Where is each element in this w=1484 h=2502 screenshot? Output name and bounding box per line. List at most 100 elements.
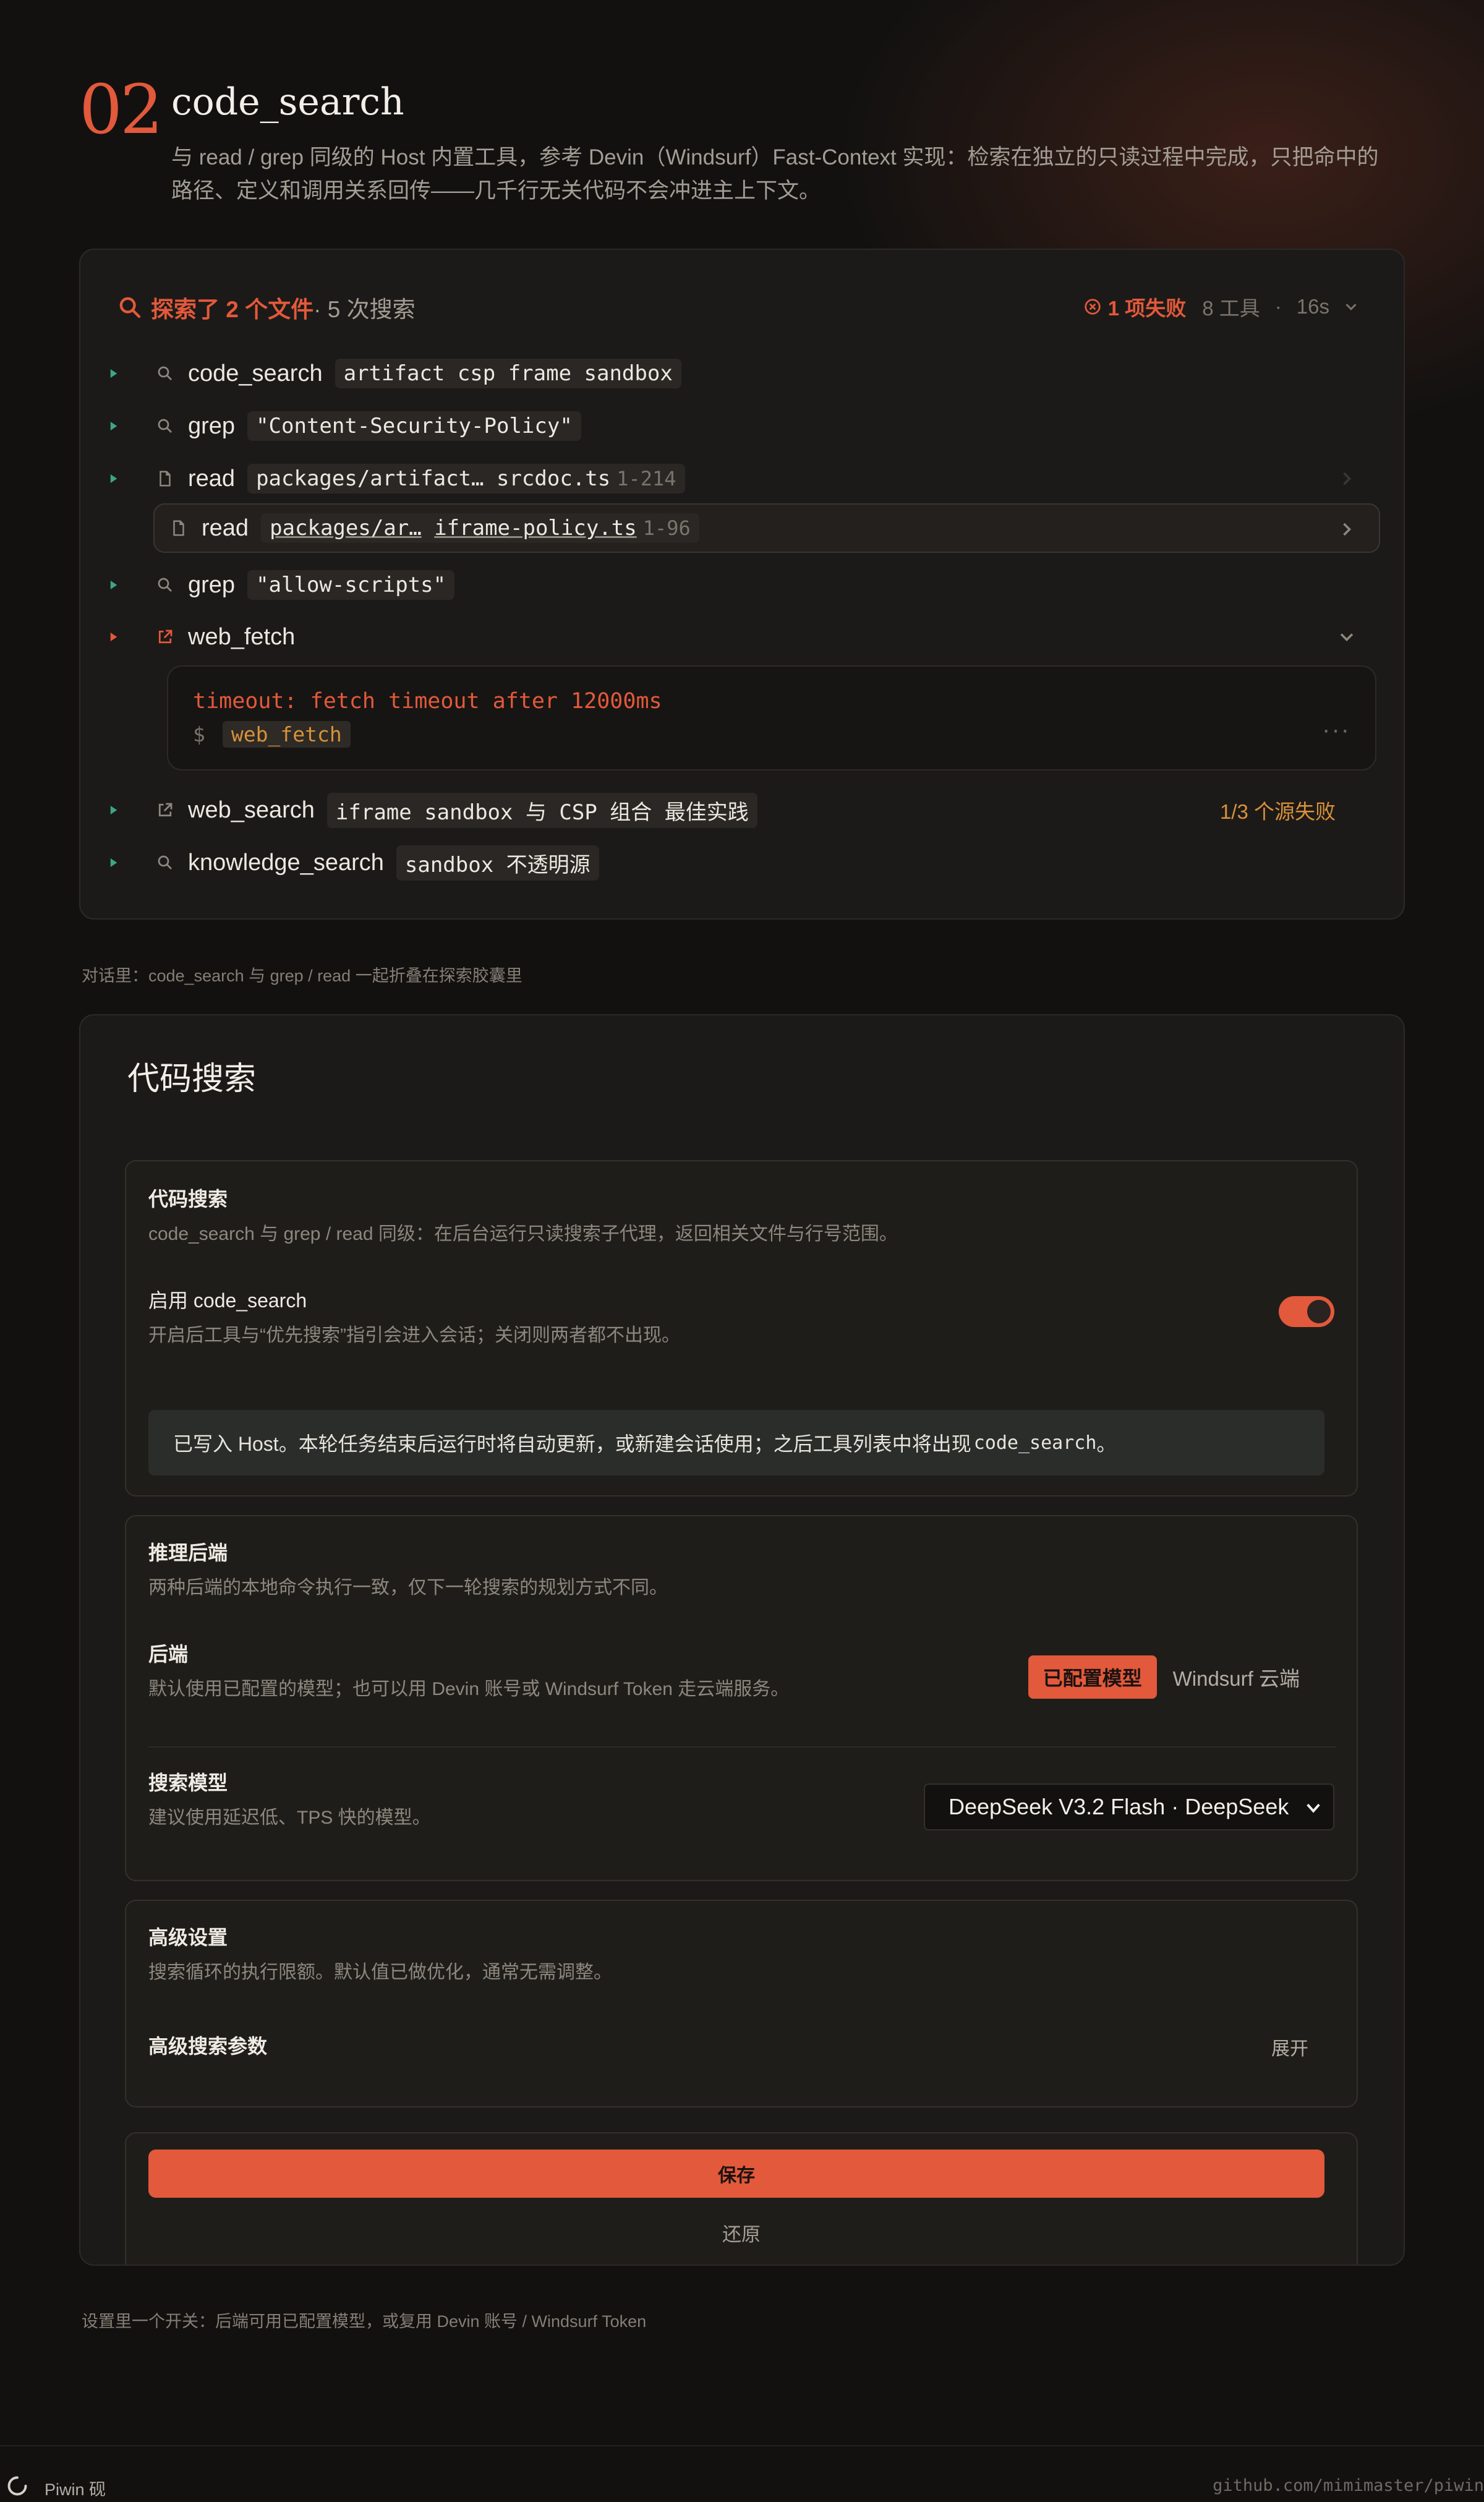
tool-row-code-search[interactable]: code_search artifact csp frame sandbox bbox=[105, 349, 1379, 398]
selected-model: DeepSeek V3.2 Flash · DeepSeek bbox=[949, 1794, 1289, 1819]
section-title: code_search bbox=[171, 80, 404, 124]
tool-row-knowledge-search[interactable]: knowledge_search sandbox 不透明源 bbox=[105, 838, 1379, 887]
external-link-icon bbox=[158, 630, 173, 644]
file-icon bbox=[160, 471, 171, 487]
card-title: 推理后端 bbox=[148, 1542, 228, 1564]
chevron-down-icon bbox=[1307, 1803, 1320, 1813]
duration: 16s bbox=[1296, 295, 1329, 318]
expand-button[interactable]: 展开 bbox=[1271, 2033, 1308, 2060]
file-path-prefix[interactable]: packages/ar… bbox=[270, 516, 422, 540]
enable-code-search-toggle[interactable] bbox=[1279, 1296, 1334, 1327]
divider bbox=[148, 1746, 1336, 1748]
error-circle-icon bbox=[1085, 299, 1101, 315]
tool-argument: iframe sandbox 与 CSP 组合 最佳实践 bbox=[326, 792, 757, 828]
status-caret-icon bbox=[110, 422, 117, 430]
tool-argument: packages/artifact… srcdoc.ts 1-214 bbox=[247, 464, 685, 493]
search-model-select[interactable]: DeepSeek V3.2 Flash · DeepSeek bbox=[924, 1783, 1334, 1830]
tool-row-grep[interactable]: grep "allow-scripts" bbox=[105, 560, 1379, 610]
tool-name: web_fetch bbox=[188, 623, 296, 650]
backend-selector[interactable]: 已配置模型 Windsurf 云端 bbox=[1028, 1655, 1312, 1699]
error-message: timeout: fetch timeout after 12000ms bbox=[193, 689, 662, 714]
chevron-right-icon[interactable] bbox=[1336, 468, 1358, 490]
host-notice: 已写入 Host。本轮任务结束后运行时将自动更新，或新建会话使用；之后工具列表中… bbox=[148, 1410, 1324, 1475]
section-number: 02 bbox=[79, 70, 163, 149]
exploration-stats[interactable]: 1 项失败 8 工具 · 16s bbox=[1083, 292, 1360, 322]
footer-divider bbox=[0, 2445, 1484, 2446]
status-caret-icon bbox=[110, 474, 117, 483]
notice-end: 。 bbox=[1096, 1433, 1117, 1455]
backend-option-windsurf[interactable]: Windsurf 云端 bbox=[1161, 1655, 1312, 1699]
card-title: 高级设置 bbox=[148, 1926, 228, 1949]
tool-row-read-selected[interactable]: read packages/ar… iframe-policy.ts 1-96 bbox=[153, 503, 1380, 553]
tool-row-grep[interactable]: grep "Content-Security-Policy" bbox=[105, 401, 1379, 451]
model-description: 建议使用延迟低、TPS 快的模型。 bbox=[148, 1808, 431, 1828]
backend-label: 后端 bbox=[148, 1643, 189, 1665]
advanced-card: 高级设置 搜索循环的执行限额。默认值已做优化，通常无需调整。 高级搜索参数 展开 bbox=[125, 1900, 1358, 2107]
card-description: 两种后端的本地命令执行一致，仅下一轮搜索的规划方式不同。 bbox=[148, 1578, 668, 1598]
settings-title: 代码搜索 bbox=[127, 1061, 257, 1097]
section-description: 与 read / grep 同级的 Host 内置工具，参考 Devin（Win… bbox=[171, 145, 1379, 203]
backend-card: 推理后端 两种后端的本地命令执行一致，仅下一轮搜索的规划方式不同。 后端 默认使… bbox=[125, 1515, 1358, 1881]
tool-name: knowledge_search bbox=[188, 849, 384, 876]
error-command: web_fetch bbox=[222, 721, 351, 748]
chevron-down-icon[interactable] bbox=[1336, 626, 1358, 648]
tool-row-web-fetch[interactable]: web_fetch bbox=[105, 612, 1379, 662]
stats-separator: · bbox=[1274, 295, 1282, 318]
tool-row-web-search[interactable]: web_search iframe sandbox 与 CSP 组合 最佳实践 … bbox=[105, 785, 1379, 835]
tool-argument: sandbox 不透明源 bbox=[396, 845, 599, 881]
file-path: packages/artifact… srcdoc.ts bbox=[256, 466, 611, 491]
notice-code: code_search bbox=[973, 1432, 1097, 1454]
advanced-params-label: 高级搜索参数 bbox=[148, 2035, 268, 2057]
model-label: 搜索模型 bbox=[148, 1772, 228, 1794]
tool-name: read bbox=[202, 514, 249, 541]
status-caret-icon bbox=[110, 858, 117, 867]
search-icon bbox=[119, 297, 141, 318]
search-count: · 5 次搜索 bbox=[313, 297, 416, 322]
toggle-knob bbox=[1307, 1300, 1331, 1323]
status-caret-icon bbox=[110, 581, 117, 589]
tool-name: grep bbox=[188, 412, 236, 439]
shell-prompt: $ bbox=[193, 722, 205, 746]
error-command-line: $ web_fetch bbox=[193, 721, 351, 748]
tool-argument: "Content-Security-Policy" bbox=[247, 411, 581, 441]
backend-description: 默认使用已配置的模型；也可以用 Devin 账号或 Windsurf Token… bbox=[148, 1679, 790, 1699]
exploration-summary[interactable]: 探索了 2 个文件 · 5 次搜索 bbox=[117, 291, 416, 324]
search-icon bbox=[158, 419, 172, 433]
tool-argument: artifact csp frame sandbox bbox=[335, 359, 681, 388]
search-icon bbox=[158, 578, 172, 592]
external-link-icon bbox=[158, 803, 173, 817]
enable-label: 启用 code_search bbox=[148, 1289, 307, 1312]
tool-row-read[interactable]: read packages/artifact… srcdoc.ts 1-214 bbox=[105, 454, 1379, 503]
exploration-panel: 探索了 2 个文件 · 5 次搜索 1 项失败 8 工具 · 16s code_… bbox=[79, 249, 1405, 920]
settings-panel: 代码搜索 代码搜索 code_search 与 grep / read 同级：在… bbox=[79, 1014, 1405, 2266]
code-search-card: 代码搜索 code_search 与 grep / read 同级：在后台运行只… bbox=[125, 1160, 1358, 1497]
enable-description: 开启后工具与“优先搜索”指引会进入会话；关闭则两者都不出现。 bbox=[148, 1325, 680, 1346]
backend-option-configured[interactable]: 已配置模型 bbox=[1028, 1655, 1157, 1699]
status-caret-icon bbox=[110, 633, 117, 641]
card-description: 搜索循环的执行限额。默认值已做优化，通常无需调整。 bbox=[148, 1962, 612, 1983]
chevron-right-icon[interactable] bbox=[1336, 518, 1358, 540]
tool-name: code_search bbox=[188, 360, 323, 386]
error-output: timeout: fetch timeout after 12000ms $ w… bbox=[167, 665, 1376, 771]
fail-count: 1 项失败 bbox=[1107, 297, 1187, 320]
line-range: 1-96 bbox=[642, 516, 691, 540]
reset-button[interactable]: 还原 bbox=[126, 2219, 1357, 2247]
tool-name: read bbox=[188, 465, 236, 492]
search-icon bbox=[158, 855, 172, 869]
loading-spinner-icon bbox=[7, 2476, 27, 2496]
line-range: 1-214 bbox=[616, 467, 676, 490]
footer-brand: Piwin 砚 bbox=[45, 2480, 106, 2499]
settings-caption: 设置里一个开关：后端可用已配置模型，或复用 Devin 账号 / Windsur… bbox=[82, 2312, 647, 2331]
save-button[interactable]: 保存 bbox=[148, 2150, 1324, 2198]
tool-count: 8 工具 bbox=[1202, 297, 1260, 320]
tool-name: web_search bbox=[188, 796, 315, 823]
file-name[interactable]: iframe-policy.ts bbox=[434, 516, 637, 540]
tool-name: grep bbox=[188, 571, 236, 598]
more-options-icon[interactable]: ··· bbox=[1322, 716, 1350, 744]
search-icon bbox=[158, 366, 172, 380]
files-explored: 探索了 2 个文件 bbox=[151, 297, 314, 322]
card-title: 代码搜索 bbox=[148, 1188, 228, 1210]
tool-argument: packages/ar… iframe-policy.ts 1-96 bbox=[261, 513, 699, 543]
chevron-down-icon[interactable] bbox=[1342, 297, 1360, 316]
footer-url[interactable]: github.com/mimimaster/piwin bbox=[1213, 2476, 1484, 2495]
